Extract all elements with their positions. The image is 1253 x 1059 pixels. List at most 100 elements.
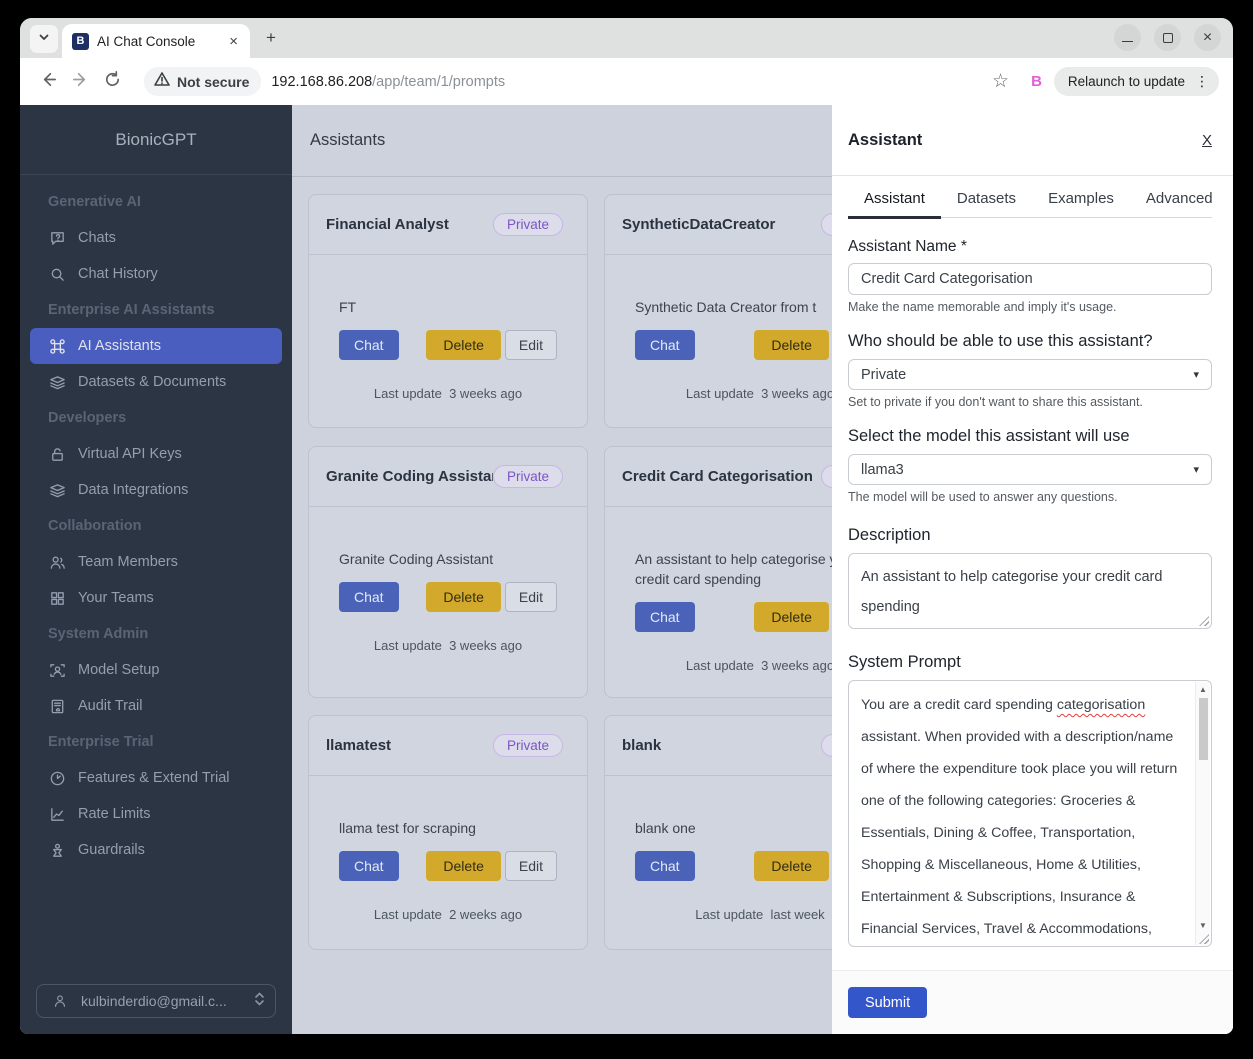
card-title: SyntheticDataCreator [622,216,776,233]
sidebar-item-rate-limits[interactable]: Rate Limits [20,796,292,832]
maximize-button[interactable] [1154,24,1181,51]
scroll-up-icon[interactable]: ▲ [1196,682,1210,697]
edit-button[interactable]: Edit [504,851,557,881]
sidebar-item-label: Team Members [78,554,178,570]
menu-kebab-icon[interactable]: ⋮ [1195,73,1209,90]
sidebar-item-virtual-api-keys[interactable]: Virtual API Keys [20,436,292,472]
tab-advanced[interactable]: Advanced [1130,190,1229,217]
sidebar-item-team-members[interactable]: Team Members [20,544,292,580]
extension-icon[interactable]: B [1019,73,1054,90]
description-label: Description [848,526,931,544]
user-scan-icon [48,661,66,679]
chat-button[interactable]: Chat [339,851,399,881]
sidebar-item-guardrails[interactable]: Guardrails [20,832,292,868]
card-title: blank [622,737,662,754]
submit-button[interactable]: Submit [848,987,928,1018]
chat-button[interactable]: Chat [635,330,695,360]
sidebar-item-label: Audit Trail [78,698,143,714]
close-button[interactable]: × [1194,24,1221,51]
caret-down-icon: ▾ [1193,369,1199,381]
url-bar[interactable]: 192.168.86.208/app/team/1/prompts [271,74,505,90]
unlock-icon [48,445,66,463]
search-icon [48,265,66,283]
delete-button[interactable]: Delete [754,851,829,881]
sidebar-item-audit-trail[interactable]: Audit Trail [20,688,292,724]
section-generative-ai: Generative AI [48,194,141,210]
forward-button[interactable] [64,66,96,98]
system-prompt-textarea[interactable]: You are a credit card spending categoris… [848,680,1212,947]
assistant-name-input[interactable]: Credit Card Categorisation [848,263,1212,295]
model-select[interactable]: llama3 ▾ [848,454,1212,485]
sidebar-nav: Generative AI Chats Chat History Enterpr… [20,175,292,984]
card-header: Financial Analyst Private [309,195,587,255]
private-badge: Private [492,465,563,488]
panel-header: Assistant X [832,105,1233,176]
card-title: llamatest [326,737,392,754]
sidebar-item-label: Chats [78,230,116,246]
chat-button[interactable]: Chat [635,602,695,632]
chat-button[interactable]: Chat [339,582,399,612]
relaunch-label: Relaunch to update [1067,74,1185,89]
sidebar-item-model-setup[interactable]: Model Setup [20,652,292,688]
scrollbar-thumb[interactable] [1199,698,1208,760]
card-body: FT Chat Delete Edit Last update 3 weeks … [309,255,587,427]
minimize-button[interactable] [1114,24,1141,51]
tab-search-button[interactable] [30,25,58,53]
back-icon [39,70,58,94]
tab-datasets[interactable]: Datasets [941,190,1032,217]
card-body: llama test for scraping Chat Delete Edit… [309,776,587,949]
section-system-admin: System Admin [48,626,149,642]
chat-button[interactable]: Chat [635,851,695,881]
panel-close-button[interactable]: X [1202,132,1212,149]
user-email: kulbinderdio@gmail.c... [81,993,227,1009]
new-tab-button[interactable]: + [258,25,284,51]
edit-button[interactable]: Edit [504,582,557,612]
delete-button[interactable]: Delete [754,602,829,632]
last-update-value: last week [770,907,825,922]
description-textarea[interactable]: An assistant to help categorise your cre… [848,553,1212,629]
assistant-name-helper: Make the name memorable and imply it's u… [848,300,1117,314]
private-badge: Private [492,734,563,757]
visibility-select[interactable]: Private ▾ [848,359,1212,390]
delete-button[interactable]: Delete [426,851,501,881]
tab-assistant[interactable]: Assistant [848,190,941,219]
last-update-value: 3 weeks ago [761,386,835,401]
tab-close-icon[interactable]: × [225,33,242,50]
description-value: An assistant to help categorise your cre… [861,569,1163,615]
sidebar-item-chat-history[interactable]: Chat History [20,256,292,292]
panel-footer: Submit [832,970,1233,1034]
sidebar-item-ai-assistants[interactable]: AI Assistants [30,328,282,364]
tab-examples[interactable]: Examples [1032,190,1130,217]
user-account-selector[interactable]: kulbinderdio@gmail.c... [36,984,276,1018]
not-secure-chip[interactable]: Not secure [144,67,262,96]
section-enterprise-trial: Enterprise Trial [48,734,154,750]
textarea-scrollbar[interactable]: ▲ ▼ [1195,682,1210,945]
chat-button[interactable]: Chat [339,330,399,360]
sidebar-item-chats[interactable]: Chats [20,220,292,256]
model-value: llama3 [861,461,904,478]
sidebar-item-data-integrations[interactable]: Data Integrations [20,472,292,508]
delete-button[interactable]: Delete [426,582,501,612]
bookmark-star-icon[interactable]: ☆ [982,70,1019,93]
delete-button[interactable]: Delete [426,330,501,360]
assistant-form: Assistant Name * Credit Card Categorisat… [832,218,1233,947]
sidebar-item-datasets-documents[interactable]: Datasets & Documents [20,364,292,400]
resize-grip-icon[interactable] [1199,616,1209,626]
assistant-edit-panel: Assistant X Assistant Datasets Examples … [832,105,1233,1034]
delete-button[interactable]: Delete [754,330,829,360]
edit-button[interactable]: Edit [504,330,557,360]
card-header: Granite Coding Assistant Private [309,447,587,507]
last-update-label: Last update [685,386,754,401]
scroll-down-icon[interactable]: ▼ [1196,918,1210,933]
private-badge: Private [492,213,563,236]
last-update-label: Last update [373,638,442,653]
sidebar-item-label: Features & Extend Trial [78,770,230,786]
sidebar-item-features-extend-trial[interactable]: Features & Extend Trial [20,760,292,796]
back-button[interactable] [32,66,64,98]
browser-titlebar: B AI Chat Console × + × [20,18,1233,58]
browser-tab[interactable]: B AI Chat Console × [62,24,250,58]
sidebar-item-your-teams[interactable]: Your Teams [20,580,292,616]
window-controls: × [1114,24,1221,51]
reload-button[interactable] [96,66,128,98]
relaunch-button[interactable]: Relaunch to update ⋮ [1053,67,1219,96]
